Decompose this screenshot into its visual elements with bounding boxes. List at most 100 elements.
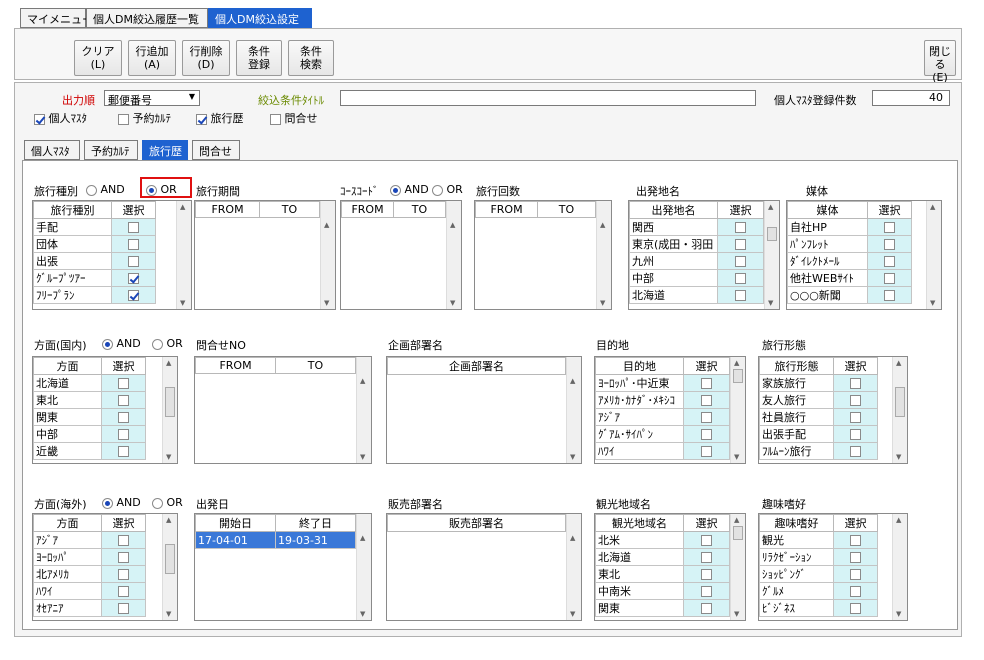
row-check[interactable] <box>867 235 912 253</box>
subtab-inquiry[interactable]: 問合せ <box>192 140 240 160</box>
domestic-or[interactable]: OR <box>152 337 183 350</box>
row-check[interactable] <box>833 374 878 392</box>
scrollbar[interactable]: ▲ ▼ <box>730 514 745 620</box>
arrow-up-icon[interactable]: ▲ <box>450 221 455 229</box>
check-inquiry[interactable]: 問合せ <box>270 110 318 126</box>
row-check[interactable] <box>111 235 156 253</box>
arrow-up-icon[interactable]: ▲ <box>768 203 773 211</box>
row-check[interactable] <box>833 565 878 583</box>
overseas-or[interactable]: OR <box>152 496 183 509</box>
row-check[interactable] <box>101 582 146 600</box>
row-check[interactable] <box>833 599 878 617</box>
row-check[interactable] <box>683 391 730 409</box>
condition-search-button[interactable]: 条件 検索 <box>288 40 334 76</box>
row-check[interactable] <box>101 442 146 460</box>
row-check[interactable] <box>683 374 730 392</box>
row-check[interactable] <box>717 269 764 287</box>
check-travel-history[interactable]: 旅行歴 <box>196 110 244 126</box>
arrow-down-icon[interactable]: ▼ <box>600 299 605 307</box>
row-check[interactable] <box>683 425 730 443</box>
scrollbar[interactable]: ▲ ▼ <box>892 357 907 463</box>
arrow-down-icon[interactable]: ▼ <box>570 610 575 618</box>
row-check[interactable] <box>683 582 730 600</box>
scrollbar[interactable]: ▲ ▼ <box>356 357 371 463</box>
row-check[interactable] <box>101 548 146 566</box>
arrow-down-icon[interactable]: ▼ <box>768 299 773 307</box>
row-check[interactable] <box>717 218 764 236</box>
arrow-up-icon[interactable]: ▲ <box>600 221 605 229</box>
row-check[interactable] <box>101 599 146 617</box>
arrow-up-icon[interactable]: ▲ <box>570 534 575 542</box>
row-check[interactable] <box>111 269 156 287</box>
row-check[interactable] <box>833 442 878 460</box>
row-check[interactable] <box>111 252 156 270</box>
row-check[interactable] <box>683 599 730 617</box>
scrollbar[interactable]: ▲ ▼ <box>320 201 335 309</box>
close-button[interactable]: 閉じる (E) <box>924 40 956 84</box>
scrollbar[interactable]: ▲ ▼ <box>446 201 461 309</box>
subtab-personal-master[interactable]: 個人ﾏｽﾀ <box>24 140 80 160</box>
row-check[interactable] <box>833 548 878 566</box>
scrollbar[interactable]: ▲ ▼ <box>162 357 177 463</box>
arrow-up-icon[interactable]: ▲ <box>166 516 171 524</box>
travel-type-or[interactable]: OR <box>146 183 177 196</box>
row-check[interactable] <box>111 286 156 304</box>
row-check[interactable] <box>101 531 146 549</box>
travel-type-and[interactable]: AND <box>86 183 125 196</box>
scrollbar[interactable]: ▲ ▼ <box>566 514 581 620</box>
row-check[interactable] <box>101 374 146 392</box>
scrollbar[interactable]: ▲ ▼ <box>926 201 941 309</box>
arrow-down-icon[interactable]: ▼ <box>360 610 365 618</box>
scroll-thumb[interactable] <box>895 387 905 417</box>
arrow-down-icon[interactable]: ▼ <box>180 299 185 307</box>
domestic-and[interactable]: AND <box>102 337 141 350</box>
check-reservation[interactable]: 予約ｶﾙﾃ <box>118 110 171 126</box>
arrow-down-icon[interactable]: ▼ <box>166 453 171 461</box>
arrow-down-icon[interactable]: ▼ <box>896 453 901 461</box>
subtab-reservation[interactable]: 予約ｶﾙﾃ <box>84 140 138 160</box>
arrow-up-icon[interactable]: ▲ <box>896 516 901 524</box>
arrow-down-icon[interactable]: ▼ <box>734 610 739 618</box>
arrow-down-icon[interactable]: ▼ <box>896 610 901 618</box>
scrollbar[interactable]: ▲ ▼ <box>730 357 745 463</box>
scrollbar[interactable]: ▲ ▼ <box>566 357 581 463</box>
arrow-up-icon[interactable]: ▲ <box>166 359 171 367</box>
row-check[interactable] <box>683 548 730 566</box>
row-check[interactable] <box>833 582 878 600</box>
course-or[interactable]: OR <box>432 183 463 196</box>
scroll-thumb[interactable] <box>767 227 777 241</box>
delete-row-button[interactable]: 行削除 (D) <box>182 40 230 76</box>
row-check[interactable] <box>833 531 878 549</box>
condition-register-button[interactable]: 条件 登録 <box>236 40 282 76</box>
arrow-down-icon[interactable]: ▼ <box>166 610 171 618</box>
row-check[interactable] <box>867 218 912 236</box>
scrollbar[interactable]: ▲ ▼ <box>162 514 177 620</box>
row-check[interactable] <box>683 408 730 426</box>
arrow-up-icon[interactable]: ▲ <box>324 221 329 229</box>
arrow-up-icon[interactable]: ▲ <box>896 359 901 367</box>
row-check[interactable] <box>717 286 764 304</box>
row-check[interactable] <box>111 218 156 236</box>
scrollbar[interactable]: ▲ ▼ <box>892 514 907 620</box>
row-check[interactable] <box>683 442 730 460</box>
check-personal-master[interactable]: 個人ﾏｽﾀ <box>34 110 87 126</box>
scroll-thumb[interactable] <box>733 526 743 540</box>
scroll-thumb[interactable] <box>165 387 175 417</box>
row-check[interactable] <box>717 252 764 270</box>
row-check[interactable] <box>101 408 146 426</box>
scroll-thumb[interactable] <box>165 544 175 574</box>
row-check[interactable] <box>683 565 730 583</box>
row-check[interactable] <box>833 425 878 443</box>
order-select[interactable]: 郵便番号 ▼ <box>104 90 200 107</box>
row-check[interactable] <box>101 425 146 443</box>
add-row-button[interactable]: 行追加 (A) <box>128 40 176 76</box>
row-check[interactable] <box>101 565 146 583</box>
scrollbar[interactable]: ▲ ▼ <box>596 201 611 309</box>
row-check[interactable] <box>833 391 878 409</box>
row-check[interactable] <box>867 286 912 304</box>
row-check[interactable] <box>683 531 730 549</box>
arrow-up-icon[interactable]: ▲ <box>180 203 185 211</box>
row-check[interactable] <box>867 252 912 270</box>
subtab-travel-history[interactable]: 旅行歴 <box>142 140 188 160</box>
arrow-up-icon[interactable]: ▲ <box>734 516 739 524</box>
